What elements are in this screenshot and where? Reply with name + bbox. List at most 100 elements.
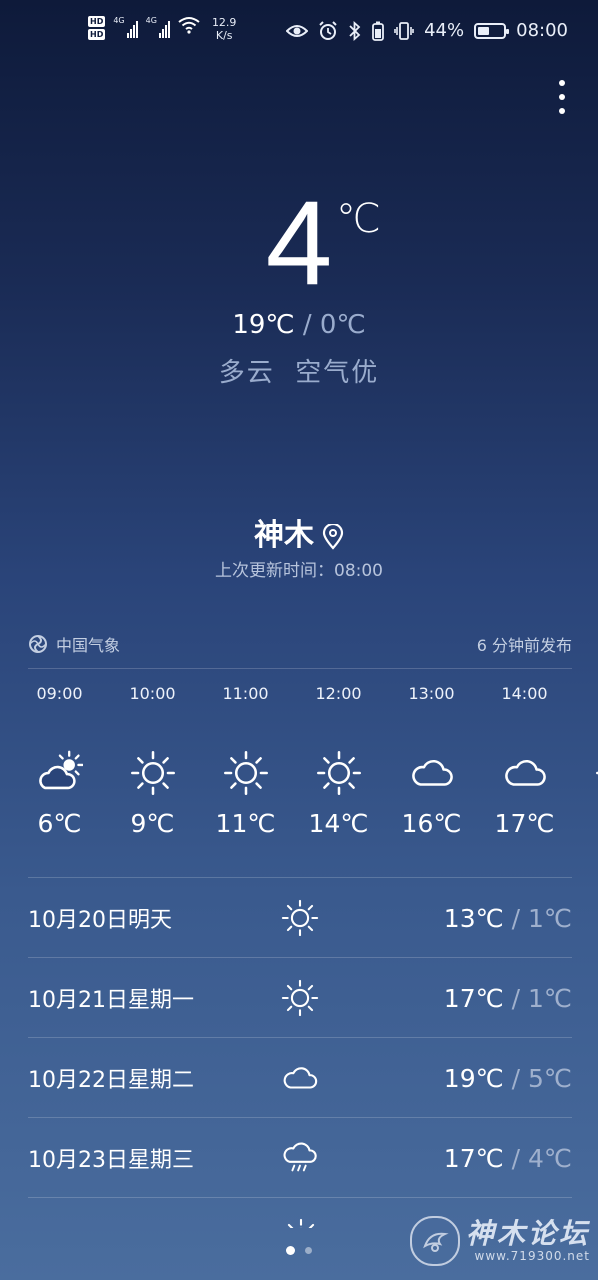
last-updated: 上次更新时间：08:00 — [215, 561, 383, 581]
signal-1: 4G — [113, 16, 138, 38]
daily-high: 17℃ — [443, 1143, 504, 1173]
clock: 08:00 — [516, 20, 568, 41]
range-separator: / — [503, 1143, 529, 1173]
daily-high: 17℃ — [443, 983, 504, 1013]
hour-temperature: 16℃ — [401, 809, 462, 838]
hourly-item: 09:00 6℃ — [13, 680, 106, 838]
battery-icon — [474, 22, 510, 39]
city-name: 神木 — [254, 518, 314, 553]
hour-temperature: 17℃ — [494, 809, 555, 838]
wifi-icon — [178, 17, 200, 34]
hd-badge-2: HD — [88, 29, 106, 40]
network-type-2: 4G — [145, 16, 157, 25]
sunny-icon — [199, 747, 292, 799]
source-left: 中国气象 — [28, 632, 120, 656]
hour-time: 14:00 — [501, 684, 548, 703]
sunny-icon — [571, 747, 598, 799]
hour-time: 09:00 — [36, 684, 83, 703]
hourly-item: 11:00 11℃ — [199, 680, 292, 838]
daily-row[interactable]: 10月21日星期一 17℃ / 1℃ — [28, 958, 572, 1038]
hour-time: 11:00 — [222, 684, 269, 703]
hour-temperature: 1 — [571, 809, 598, 838]
rain-icon — [280, 1139, 320, 1177]
page-dot — [305, 1247, 312, 1254]
published-time: 6 分钟前发布 — [476, 636, 572, 655]
partly-cloudy-icon — [13, 747, 106, 799]
network-type-1: 4G — [113, 16, 125, 25]
cloudy-icon — [385, 747, 478, 799]
sunny-icon — [282, 1218, 320, 1228]
menu-dot — [559, 80, 565, 86]
daily-row[interactable]: 10月20日明天 13℃ / 1℃ — [28, 878, 572, 958]
daily-high: 19℃ — [443, 1063, 504, 1093]
condition-line: 多云 空气优 — [0, 352, 598, 389]
hour-temperature: 6℃ — [37, 809, 82, 838]
alarm-icon — [319, 20, 337, 40]
daily-range: 19℃ / 5℃ — [444, 1064, 572, 1093]
today-high: 19℃ — [232, 310, 295, 340]
location-pin-icon — [322, 522, 344, 550]
daily-date: 10月22日星期二 — [28, 1068, 194, 1093]
daily-date: 10月21日星期一 — [28, 988, 194, 1013]
city-selector[interactable]: 神木 — [0, 510, 598, 554]
hour-time: 13:00 — [408, 684, 455, 703]
current-temperature: 4 — [265, 176, 333, 310]
sunny-icon — [280, 979, 320, 1017]
hourly-item: 13:00 16℃ — [385, 680, 478, 838]
forum-logo-icon — [409, 1216, 460, 1266]
speed-unit: K/s — [215, 29, 233, 42]
today-high-low: 19℃ / 0℃ — [0, 310, 598, 340]
daily-low: 1℃ — [528, 903, 572, 933]
weather-condition: 多云 — [218, 358, 275, 388]
battery-percent: 44% — [424, 20, 465, 41]
status-right: 44% 08:00 — [286, 20, 568, 41]
hour-time: 10:00 — [129, 684, 176, 703]
network-speed: 12.9 K/s — [212, 16, 237, 42]
hourly-item: 1 — [571, 680, 598, 838]
battery-saver-icon — [372, 21, 385, 41]
signal-2: 4G — [146, 16, 170, 38]
air-quality: 空气优 — [295, 358, 380, 388]
sunny-icon — [292, 747, 385, 799]
eye-icon — [286, 24, 309, 37]
daily-range: 13℃ / 1℃ — [444, 904, 572, 933]
high-low-separator: / — [294, 310, 320, 340]
page-dot-active — [286, 1246, 295, 1255]
daily-date: 10月20日明天 — [28, 908, 172, 933]
daily-row[interactable]: 10月23日星期三 17℃ / 4℃ — [28, 1118, 572, 1198]
watermark-title: 神木论坛 — [465, 1217, 590, 1250]
source-name: 中国气象 — [56, 636, 121, 655]
hour-time: 12:00 — [315, 684, 362, 703]
hour-time — [571, 684, 598, 703]
daily-high: 13℃ — [443, 903, 504, 933]
cma-logo-icon — [29, 635, 47, 653]
menu-dot — [559, 108, 565, 114]
hour-temperature: 14℃ — [308, 809, 369, 838]
speed-value: 12.9 — [211, 16, 237, 29]
watermark-url: www.719300.net — [474, 1249, 590, 1263]
source-row: 中国气象 6 分钟前发布 — [28, 630, 572, 658]
range-separator: / — [503, 983, 529, 1013]
divider — [28, 1197, 572, 1198]
hourly-item: 10:00 9℃ — [106, 680, 199, 838]
more-menu-button[interactable] — [556, 80, 568, 114]
cloudy-icon — [478, 747, 571, 799]
forum-watermark: 神木论坛 www.719300.net — [409, 1216, 590, 1266]
daily-date: 10月23日星期三 — [28, 1148, 194, 1173]
menu-dot — [559, 94, 565, 100]
daily-row[interactable]: 10月22日星期二 19℃ / 5℃ — [28, 1038, 572, 1118]
vibrate-icon — [394, 21, 414, 40]
divider — [28, 668, 572, 669]
hour-temperature: 11℃ — [215, 809, 276, 838]
status-bar: HD HD 4G 4G 12.9 K/s 44% 08:00 — [0, 0, 598, 70]
daily-range: 17℃ / 1℃ — [444, 984, 572, 1013]
hourly-forecast[interactable]: 09:00 6℃ 10:00 9℃ 11:00 11℃ 12:00 14℃ 13:00 16℃ 14… — [0, 680, 598, 870]
hd-indicators: HD HD — [88, 16, 106, 40]
temperature-unit: ℃ — [336, 196, 381, 242]
daily-range: 17℃ / 4℃ — [444, 1144, 572, 1173]
daily-low: 5℃ — [528, 1063, 572, 1093]
sunny-icon — [106, 747, 199, 799]
range-separator: / — [503, 903, 529, 933]
hourly-item: 12:00 14℃ — [292, 680, 385, 838]
sunny-icon — [280, 899, 320, 937]
